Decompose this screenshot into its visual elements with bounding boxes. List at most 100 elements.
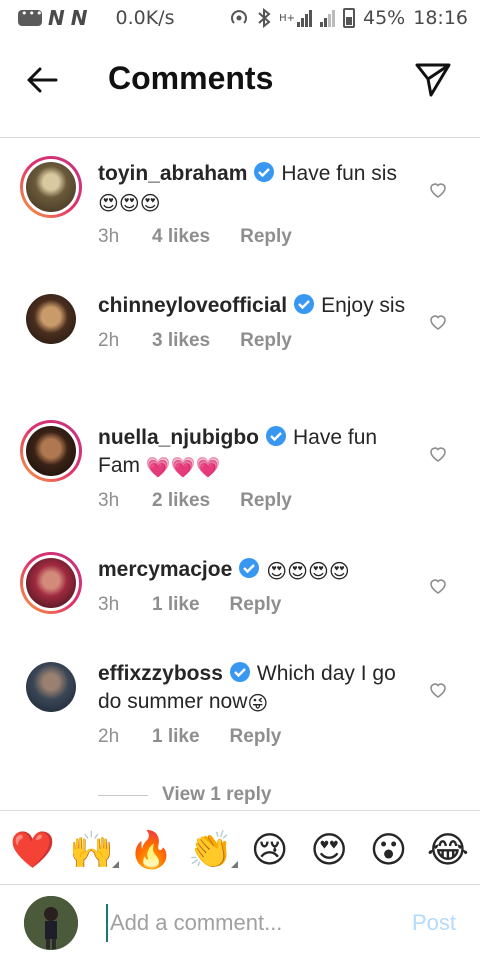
comment-meta: 3h 4 likes Reply <box>98 226 410 248</box>
heart-reaction-icon[interactable]: ❤️ <box>10 832 55 868</box>
view-replies-line <box>98 794 148 796</box>
view-replies-button[interactable]: View 1 reply <box>98 784 272 806</box>
verified-badge-icon <box>254 162 275 182</box>
like-heart-icon[interactable] <box>428 576 448 596</box>
comment-text: chinneyloveofficial Enjoy sis <box>98 282 410 320</box>
comment-username[interactable]: chinneyloveofficial <box>98 294 287 317</box>
comment-likes[interactable]: 2 likes <box>152 490 210 512</box>
view-replies-label: View 1 reply <box>162 784 272 805</box>
clap-reaction-icon[interactable]: 👏 <box>188 829 239 870</box>
heart-eyes-reaction-icon[interactable]: 😍 <box>307 832 351 868</box>
notification-n-icon: N <box>70 6 88 30</box>
clap-glyph: 👏 <box>188 829 234 870</box>
comment-time: 2h <box>98 726 120 747</box>
comment-text: effixzzyboss Which day I go do summer now… <box>98 650 410 716</box>
signal-icon <box>297 9 312 27</box>
comment-time: 2h <box>98 330 120 351</box>
comment-input[interactable] <box>106 904 386 942</box>
page-title: Comments <box>108 60 274 96</box>
notification-n-icon: N <box>48 6 65 30</box>
comment-time: 3h <box>98 226 120 247</box>
like-heart-icon[interactable] <box>428 312 448 332</box>
comment-item: chinneyloveofficial Enjoy sis 2h 3 likes … <box>0 282 480 414</box>
raised-hands-reaction-icon[interactable]: 🙌 <box>69 829 120 870</box>
avatar[interactable] <box>20 288 82 350</box>
chat-notification-icon <box>18 7 43 26</box>
verified-badge-icon <box>266 426 286 446</box>
reply-button[interactable]: Reply <box>240 226 292 248</box>
comment-time: 3h <box>98 594 120 615</box>
reply-button[interactable]: Reply <box>240 330 292 352</box>
comment-item: toyin_abraham Have fun sis 😍😍😍 3h 4 likes … <box>0 150 480 282</box>
clock: 18:16 <box>413 7 468 29</box>
verified-badge-icon <box>239 558 260 578</box>
network-speed: 0.0K/s <box>115 7 175 29</box>
header: Comments <box>0 42 480 118</box>
avatar[interactable] <box>20 420 82 482</box>
avatar[interactable] <box>20 156 82 218</box>
own-avatar <box>24 896 78 950</box>
comment-meta: 2h 3 likes Reply <box>98 330 410 352</box>
back-arrow-icon[interactable] <box>24 62 60 98</box>
comment-body: Have fun sis <box>281 162 397 185</box>
own-avatar-image <box>24 896 78 950</box>
sad-reaction-icon[interactable]: 😢 <box>248 832 292 868</box>
status-bar: N N 0.0K/s H+ 45% 18:16 <box>0 0 480 36</box>
header-divider <box>0 137 480 138</box>
reply-button[interactable]: Reply <box>230 594 282 616</box>
comment-composer: Post <box>0 888 480 960</box>
avatar-image <box>26 294 76 344</box>
comment-username[interactable]: effixzzyboss <box>98 662 223 685</box>
avatar-image <box>26 558 76 608</box>
avatar-image <box>26 662 76 712</box>
surprised-reaction-icon[interactable]: 😮 <box>367 832 411 868</box>
comment-likes[interactable]: 1 like <box>152 726 200 748</box>
comment-likes[interactable]: 1 like <box>152 594 200 616</box>
hotspot-icon <box>231 10 248 24</box>
comment-emoji: 😍😍😍😍 <box>266 561 350 583</box>
comment-username[interactable]: mercymacjoe <box>98 558 232 581</box>
comment-username[interactable]: toyin_abraham <box>98 162 247 185</box>
comment-meta: 2h 1 like Reply <box>98 726 410 748</box>
network-type: H+ <box>279 12 295 24</box>
comment-text: toyin_abraham Have fun sis 😍😍😍 <box>98 150 410 216</box>
comment-text: mercymacjoe 😍😍😍😍 <box>98 546 410 584</box>
battery-level: 45% <box>363 7 406 29</box>
comment-meta: 3h 1 like Reply <box>98 594 410 616</box>
comment-text: nuella_njubigbo Have fun Fam 💗💗💗 <box>98 414 410 480</box>
bluetooth-icon <box>258 8 271 28</box>
like-heart-icon[interactable] <box>428 680 448 700</box>
reply-button[interactable]: Reply <box>230 726 282 748</box>
like-heart-icon[interactable] <box>428 444 448 464</box>
signal-icon-2 <box>320 9 335 27</box>
battery-icon <box>343 8 355 28</box>
comment-likes[interactable]: 3 likes <box>152 330 210 352</box>
comment-emoji: 😍😍😍 <box>98 193 161 215</box>
reaction-divider <box>0 810 480 811</box>
avatar[interactable] <box>20 552 82 614</box>
composer-divider <box>0 884 480 885</box>
reply-button[interactable]: Reply <box>240 490 292 512</box>
comment-body: Enjoy sis <box>321 294 406 317</box>
avatar-image <box>26 162 76 212</box>
raised-hands-glyph: 🙌 <box>69 829 115 870</box>
comment-item: nuella_njubigbo Have fun Fam 💗💗💗 3h 2 lik… <box>0 414 480 546</box>
comment-emoji: 💗💗💗 <box>145 457 221 479</box>
comments-list: toyin_abraham Have fun sis 😍😍😍 3h 4 likes … <box>0 150 480 782</box>
avatar[interactable] <box>20 656 82 718</box>
laughing-reaction-icon[interactable]: 😂 <box>426 832 470 868</box>
post-button[interactable]: Post <box>412 910 456 936</box>
like-heart-icon[interactable] <box>428 180 448 200</box>
comment-item: effixzzyboss Which day I go do summer now… <box>0 650 480 782</box>
verified-badge-icon <box>294 294 315 314</box>
avatar-image <box>26 426 76 476</box>
send-icon[interactable] <box>414 60 452 98</box>
comment-meta: 3h 2 likes Reply <box>98 490 410 512</box>
comment-username[interactable]: nuella_njubigbo <box>98 426 259 449</box>
verified-badge-icon <box>229 662 250 682</box>
quick-reactions-bar: ❤️ 🙌 🔥 👏 😢 😍 😮 😂 <box>0 822 480 878</box>
comment-likes[interactable]: 4 likes <box>152 226 210 248</box>
fire-reaction-icon[interactable]: 🔥 <box>129 832 174 868</box>
comment-emoji: 😜 <box>247 693 269 715</box>
comment-time: 3h <box>98 490 120 511</box>
